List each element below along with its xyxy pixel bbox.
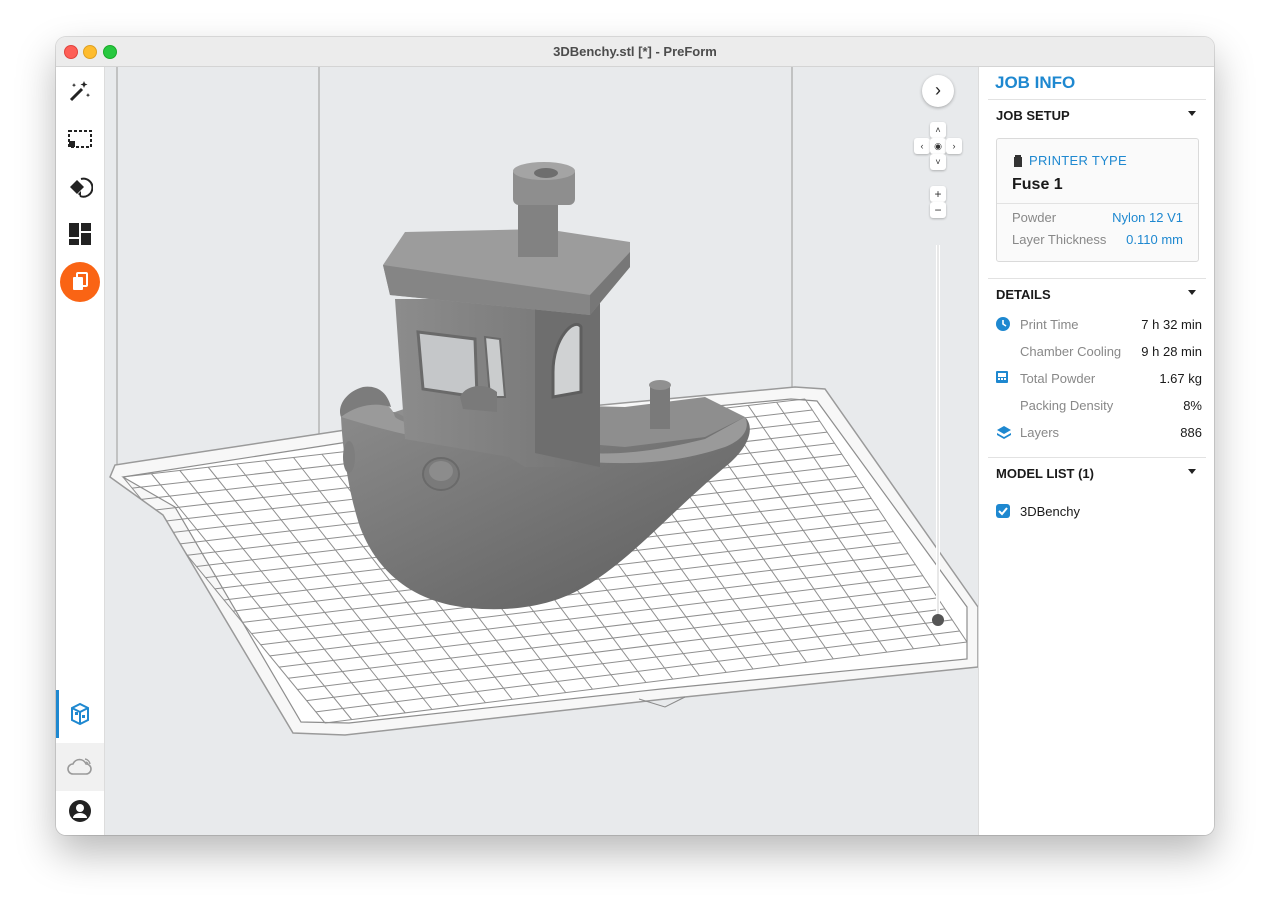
job-info-tab[interactable]: [60, 694, 100, 734]
job-info-panel: JOB INFO JOB SETUP PRINTER TYPE Fuse 1 P…: [978, 67, 1214, 835]
model-list-item[interactable]: 3DBenchy: [996, 503, 1196, 521]
account-icon: [69, 800, 91, 822]
chevron-right-small-icon: ›: [952, 141, 956, 151]
chamber-cooling-label: Chamber Cooling: [1020, 344, 1122, 359]
packing-density-row: Packing Density 8%: [996, 396, 1202, 416]
eye-icon: ◉: [934, 141, 942, 151]
caret-down-icon: [1188, 290, 1196, 295]
orient-tool[interactable]: [60, 167, 100, 207]
zoom-in-button[interactable]: +: [930, 186, 946, 202]
pan-up-button[interactable]: ˄: [930, 122, 946, 138]
layer-thickness-label: Layer Thickness: [1012, 232, 1107, 247]
zoom-out-button[interactable]: −: [930, 202, 946, 218]
print-time-row: Print Time 7 h 32 min: [996, 315, 1202, 335]
powder-icon: [996, 371, 1008, 383]
model-list-label: MODEL LIST (1): [996, 466, 1094, 481]
total-powder-row: Total Powder 1.67 kg: [996, 369, 1202, 389]
minus-icon: −: [934, 203, 942, 217]
panel-title: JOB INFO: [995, 73, 1076, 92]
select-tool[interactable]: [60, 119, 100, 159]
print-time-value: 7 h 32 min: [1141, 317, 1202, 332]
maximize-window-button[interactable]: [103, 45, 117, 59]
total-powder-label: Total Powder: [1020, 371, 1096, 386]
magic-wand-tool[interactable]: [60, 71, 100, 111]
print-queue-button[interactable]: [60, 262, 100, 302]
model-list-header[interactable]: MODEL LIST (1): [988, 457, 1206, 488]
job-info-icon: [71, 702, 89, 726]
chevron-down-icon: ˅: [935, 157, 941, 167]
layout-tool[interactable]: [60, 214, 100, 254]
chamber-cooling-value: 9 h 28 min: [1141, 344, 1202, 359]
clock-icon: [996, 317, 1010, 331]
model-name: 3DBenchy: [1020, 504, 1080, 519]
chevron-up-icon: ˄: [935, 125, 941, 135]
layer-height-slider[interactable]: [931, 240, 945, 625]
print-time-label: Print Time: [1020, 317, 1079, 332]
job-setup-header[interactable]: JOB SETUP: [988, 99, 1206, 130]
left-toolbar: [56, 67, 105, 835]
cloud-icon: [67, 758, 92, 775]
orient-icon: [70, 177, 93, 198]
active-indicator: [56, 690, 59, 738]
chevron-left-icon: ‹: [920, 141, 924, 151]
printer-name: Fuse 1: [1012, 176, 1063, 193]
details-label: DETAILS: [996, 287, 1051, 302]
select-icon: [68, 130, 92, 148]
minimize-window-button[interactable]: [83, 45, 97, 59]
model-checkbox[interactable]: [996, 504, 1010, 518]
printer-icon: [1014, 155, 1022, 167]
magic-wand-icon: [69, 81, 91, 102]
account-tab[interactable]: [60, 791, 100, 831]
layout-icon: [69, 223, 91, 245]
build-scene: [109, 67, 978, 736]
printer-card[interactable]: PRINTER TYPE Fuse 1 Powder Nylon 12 V1 L…: [996, 138, 1199, 262]
cloud-tab[interactable]: [56, 743, 104, 791]
layers-label: Layers: [1020, 425, 1060, 440]
window-title: 3DBenchy.stl [*] - PreForm: [553, 44, 717, 59]
app-window: 3DBenchy.stl [*] - PreForm › ˄ ‹ ◉ › ˅ +…: [56, 37, 1214, 835]
job-setup-label: JOB SETUP: [996, 108, 1070, 123]
caret-down-icon: [1188, 469, 1196, 474]
close-window-button[interactable]: [64, 45, 78, 59]
plus-icon: +: [934, 187, 942, 201]
printer-type-label: PRINTER TYPE: [1029, 153, 1127, 168]
chamber-cooling-row: Chamber Cooling 9 h 28 min: [996, 342, 1202, 362]
packing-density-label: Packing Density: [1020, 398, 1114, 413]
pan-right-button[interactable]: ›: [946, 138, 962, 154]
card-divider: [997, 203, 1198, 204]
pan-down-button[interactable]: ˅: [930, 154, 946, 170]
reset-view-button[interactable]: ◉: [930, 138, 946, 154]
total-powder-value: 1.67 kg: [1159, 371, 1202, 386]
caret-down-icon: [1188, 111, 1196, 116]
packing-density-value: 8%: [1183, 398, 1202, 413]
pan-left-button[interactable]: ‹: [914, 138, 930, 154]
layers-value: 886: [1180, 425, 1202, 440]
layers-icon: [997, 426, 1011, 439]
powder-label: Powder: [1012, 210, 1057, 225]
title-bar: 3DBenchy.stl [*] - PreForm: [56, 37, 1214, 67]
layer-thickness-value[interactable]: 0.110 mm: [1126, 232, 1183, 247]
powder-value[interactable]: Nylon 12 V1: [1112, 210, 1183, 225]
details-header[interactable]: DETAILS: [988, 278, 1206, 309]
layers-row: Layers 886: [996, 423, 1202, 443]
chevron-right-icon: ›: [935, 80, 941, 100]
checkmark-icon: [998, 507, 1008, 516]
print-queue-icon: [60, 262, 100, 302]
3d-viewport[interactable]: › ˄ ‹ ◉ › ˅ + −: [105, 67, 978, 835]
collapse-panel-button[interactable]: ›: [922, 75, 954, 107]
